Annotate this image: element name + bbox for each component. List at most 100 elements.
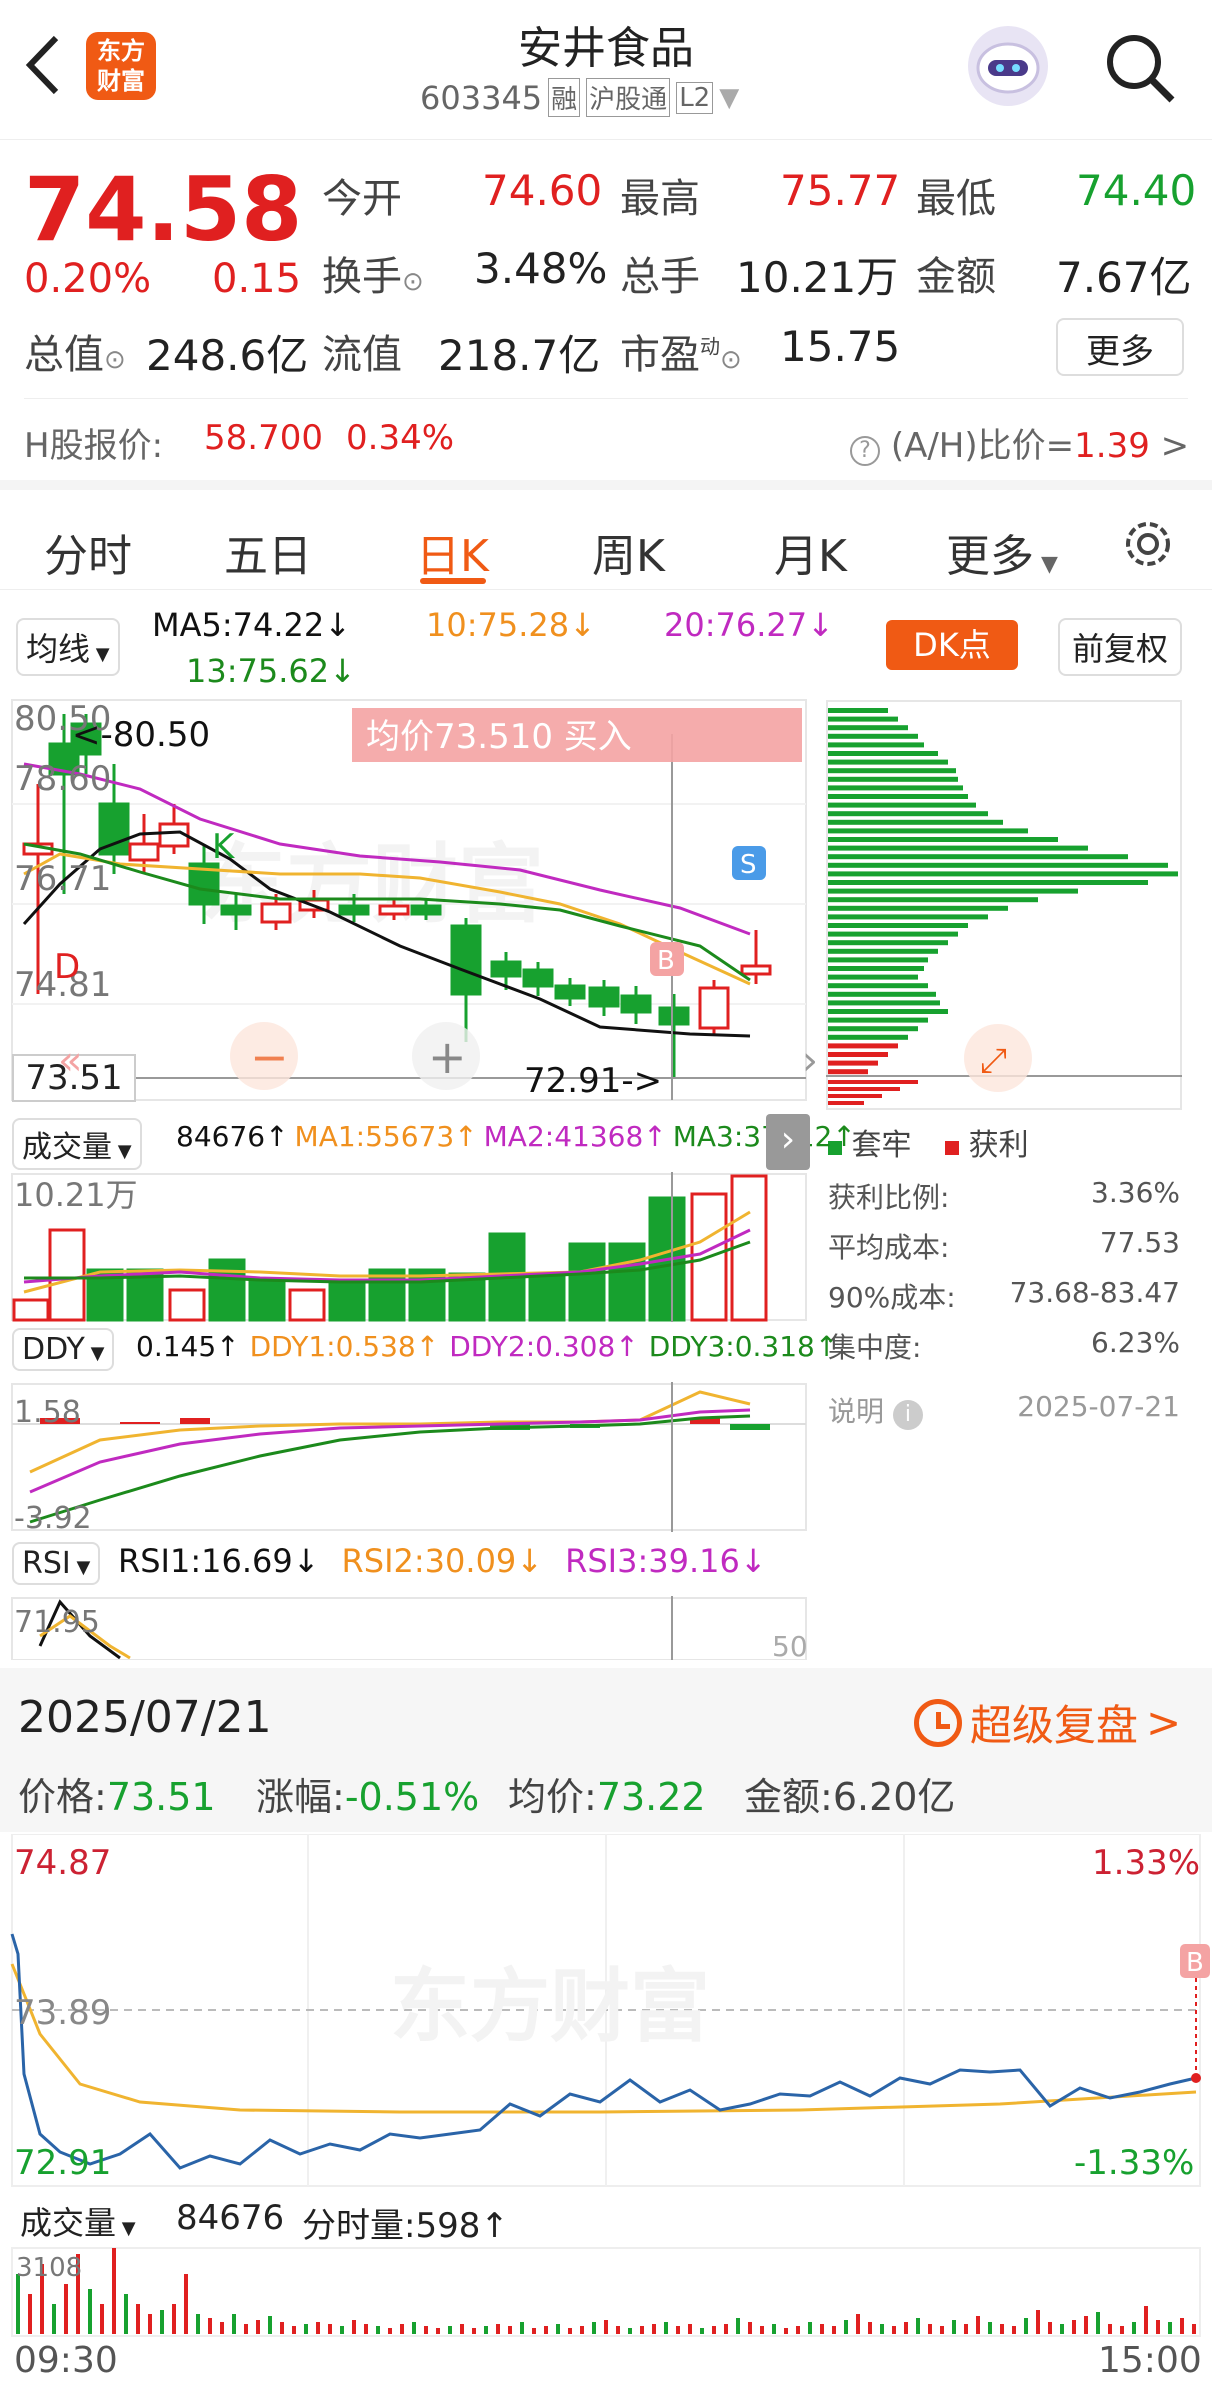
tab-month-k[interactable]: 月K — [774, 520, 847, 584]
float-value: 218.7亿 — [438, 331, 601, 380]
turnover-label[interactable]: 换手⊙ — [322, 244, 424, 302]
intraday-volume-bar — [856, 2314, 860, 2334]
marker-k: K — [212, 827, 236, 867]
intraday-volume-bar — [508, 2326, 512, 2334]
intraday-volume-bar — [340, 2326, 344, 2334]
intraday-volume-bar — [952, 2320, 956, 2334]
intraday-volume-bar — [472, 2328, 476, 2334]
chip-row: 平均成本: 77.53 — [828, 1226, 1180, 1264]
intraday-volume-bar — [412, 2322, 416, 2334]
candle — [620, 994, 652, 1014]
chip-bar — [828, 1069, 868, 1075]
chip-note-row[interactable]: 说明 i 2025-07-21 — [828, 1390, 1180, 1440]
chip-bar — [828, 776, 958, 782]
chip-bar — [828, 725, 908, 731]
axis-prev-close: 73.89 — [14, 1993, 111, 2033]
tab-week-k[interactable]: 周K — [592, 520, 665, 584]
intraday-volume-select[interactable]: 成交量 ▼ — [12, 2196, 144, 2246]
intraday-volume-bar — [844, 2320, 848, 2334]
ddy-select[interactable]: DDY ▼ — [12, 1328, 115, 1371]
chip-bar — [828, 888, 1078, 894]
ah-ratio[interactable]: ? (A/H)比价=1.39 > — [850, 418, 1189, 467]
chip-bar — [828, 974, 918, 980]
chip-bar — [828, 742, 924, 748]
float-label: 流值 — [322, 332, 402, 378]
intraday-volume-bar — [1000, 2324, 1004, 2334]
pe-label[interactable]: 市盈动⊙ — [620, 322, 742, 380]
chip-row: 获利比例: 3.36% — [828, 1176, 1180, 1214]
intraday-volume-bar — [580, 2326, 584, 2334]
candle — [490, 960, 522, 978]
dropdown-icon: ▼ — [1034, 552, 1058, 577]
intraday-volume-bar — [424, 2326, 428, 2334]
intraday-volume-bar — [400, 2324, 404, 2334]
scroll-right-icon[interactable]: › — [802, 1038, 818, 1084]
open-value: 74.60 — [482, 166, 603, 215]
volume-select[interactable]: 成交量 ▼ — [12, 1118, 142, 1170]
h-share-label: H股报价: — [24, 426, 164, 466]
tab-more[interactable]: 更多 ▼ — [946, 520, 1058, 584]
chip-bar — [828, 1000, 940, 1006]
ma5-value: MA5:74.22↓ — [152, 606, 352, 644]
intraday-volume-bar — [616, 2326, 620, 2334]
axis-low: 72.91 — [14, 2143, 111, 2183]
intraday-volume-bar — [964, 2324, 968, 2334]
zoom-in-icon[interactable]: + — [428, 1030, 467, 1084]
zoom-out-icon[interactable]: − — [250, 1030, 289, 1084]
chip-bar — [828, 845, 1088, 851]
candle — [220, 904, 252, 916]
open-label: 今开 — [322, 176, 402, 222]
high-value: 75.77 — [780, 166, 901, 215]
search-icon[interactable] — [1100, 28, 1180, 108]
intraday-volume-bar — [1144, 2306, 1148, 2334]
candle — [450, 924, 482, 996]
tab-five-day[interactable]: 五日 — [224, 520, 312, 584]
low-label: 最低 — [916, 176, 996, 222]
intraday-volume-bar — [700, 2328, 704, 2334]
intraday-volume-bar — [880, 2324, 884, 2334]
more-button[interactable]: 更多 — [1056, 318, 1184, 376]
candle — [128, 842, 160, 862]
h-share-pct: 0.34% — [346, 418, 455, 458]
settings-gear-icon[interactable] — [1118, 514, 1178, 574]
mktcap-label[interactable]: 总值⊙ — [24, 322, 126, 380]
intraday-volume-value: 84676 — [176, 2198, 285, 2238]
chip-bar — [828, 1087, 900, 1091]
robot-avatar-icon[interactable] — [968, 26, 1048, 106]
chip-bar — [828, 880, 1148, 885]
dropdown-icon: ▼ — [90, 644, 110, 665]
intraday-volume-bar — [544, 2326, 548, 2334]
intraday-volume-bar — [892, 2326, 896, 2334]
intraday-chart[interactable]: 东方财富 74.87 73.89 72.91 1.33% -1.33% B — [0, 1834, 1212, 2188]
stock-code-row[interactable]: 603345 融 沪股通 L2 ▼ — [420, 78, 739, 117]
intraday-volume-bar — [556, 2324, 560, 2334]
rsi-select[interactable]: RSI ▼ — [12, 1542, 101, 1585]
panel-expand-icon[interactable]: › — [766, 1114, 810, 1170]
intraday-volume-bar — [1156, 2320, 1160, 2334]
intraday-volume-bar — [784, 2328, 788, 2334]
chip-distribution-chart[interactable]: ⤢ — [826, 700, 1182, 1110]
intraday-volume-axis: 3108 — [16, 2253, 82, 2283]
intraday-volume-chart: 3108 — [11, 2247, 1201, 2337]
rsi-axis-top: 71.95 — [14, 1605, 100, 1640]
info-icon: ⊙ — [402, 267, 424, 297]
intraday-volume-bar — [184, 2274, 188, 2334]
dk-point-button[interactable]: DK点 — [886, 620, 1018, 670]
intraday-volume-bar — [736, 2318, 740, 2334]
tab-intraday[interactable]: 分时 — [44, 520, 132, 584]
intraday-volume-bar — [724, 2324, 728, 2334]
scroll-left-icon[interactable]: « — [58, 1038, 82, 1084]
axis-high: 74.87 — [14, 1843, 111, 1883]
super-replay-link[interactable]: 超级复盘 > — [914, 1692, 1181, 1753]
adjust-button[interactable]: 前复权 — [1058, 618, 1183, 676]
intraday-volume-bar — [436, 2328, 440, 2334]
chip-bar — [828, 1052, 888, 1057]
price-banner: 均价73.510 买入 — [366, 717, 632, 757]
ma-select[interactable]: 均线 ▼ — [16, 618, 120, 676]
tab-day-k[interactable]: 日K — [416, 520, 489, 584]
candle — [378, 904, 410, 916]
volume-bar — [168, 1288, 206, 1322]
chevron-right-icon: > — [1146, 1698, 1182, 1747]
intraday-volume-bar — [448, 2326, 452, 2334]
pct-high: 1.33% — [1092, 1843, 1200, 1883]
